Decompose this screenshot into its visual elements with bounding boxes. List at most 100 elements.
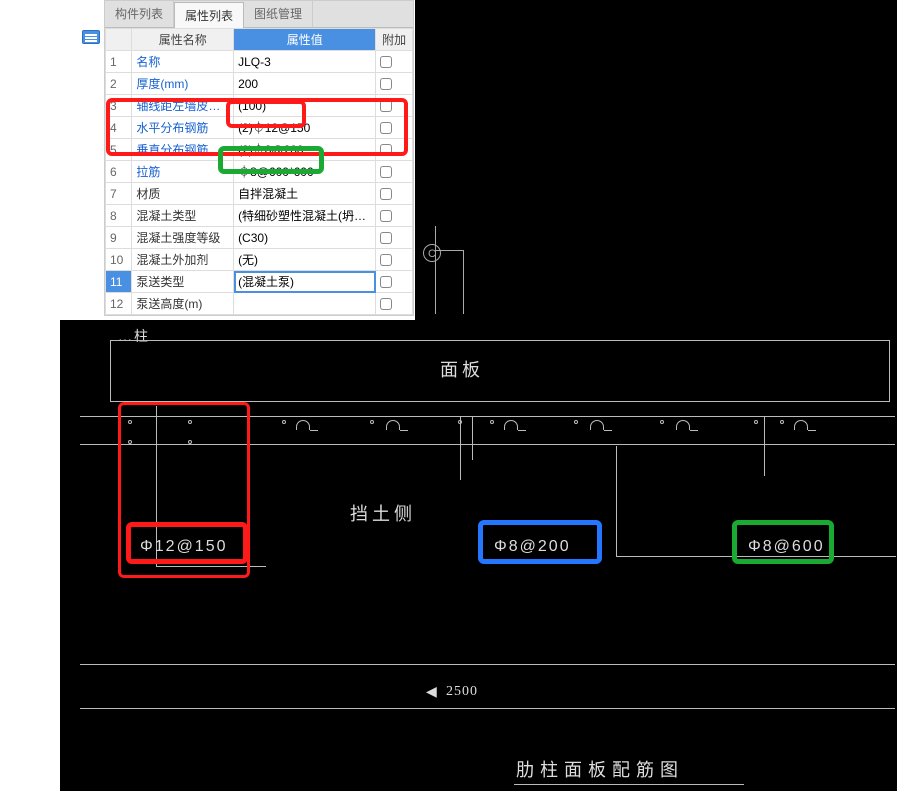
extra-checkbox[interactable]	[380, 122, 392, 134]
prop-value[interactable]: (特细砂塑性混凝土(坍…	[234, 205, 376, 227]
prop-name[interactable]: 泵送类型	[136, 275, 184, 289]
cad-drawing[interactable]: …柱 面板 挡土侧 Φ12@150 Φ8@200 Φ8@600 ◀ 2500 肋…	[60, 320, 897, 791]
prop-name[interactable]: 混凝土外加剂	[136, 253, 208, 267]
panel-outline-icon	[110, 340, 890, 402]
panel-label: 面板	[440, 356, 484, 382]
prop-value[interactable]: 自拌混凝土	[234, 183, 376, 205]
table-row[interactable]: 6 拉筋 ⏀8@600*600	[106, 161, 413, 183]
prop-name[interactable]: 混凝土类型	[136, 209, 196, 223]
prop-value[interactable]: (2)⏀8@200	[234, 139, 376, 161]
prop-value[interactable]: (C30)	[234, 227, 376, 249]
row-index: 3	[106, 95, 132, 117]
prop-name[interactable]: 厚度(mm)	[136, 77, 188, 91]
rebar-hook-icon	[504, 420, 518, 430]
prop-value[interactable]: ⏀8@600*600	[234, 161, 376, 183]
rebar-dot-icon	[574, 420, 578, 424]
prop-name[interactable]: 拉筋	[136, 165, 160, 179]
table-row[interactable]: 7 材质 自拌混凝土	[106, 183, 413, 205]
rebar-callout-3: Φ8@600	[748, 538, 825, 556]
prop-name[interactable]: 水平分布钢筋	[136, 121, 208, 135]
prop-value[interactable]: (2)⏀12@150	[234, 117, 376, 139]
col-header-value[interactable]: 属性值	[234, 29, 376, 51]
prop-name[interactable]: 名称	[136, 55, 160, 69]
cad-view-edge: C	[415, 0, 897, 320]
table-row[interactable]: 12 泵送高度(m)	[106, 293, 413, 315]
row-index: 6	[106, 161, 132, 183]
rebar-dot-icon	[282, 420, 286, 424]
prop-value[interactable]: (混凝土泵)	[234, 271, 376, 293]
rebar-dot-icon	[188, 420, 192, 424]
row-index: 2	[106, 73, 132, 95]
table-row[interactable]: 9 混凝土强度等级 (C30)	[106, 227, 413, 249]
tab-drawings[interactable]: 图纸管理	[244, 1, 313, 27]
prop-value[interactable]: JLQ-3	[234, 51, 376, 73]
rebar-dot-icon	[754, 420, 758, 424]
property-table: 属性名称 属性值 附加 1 名称 JLQ-3 2 厚度(mm) 200	[105, 28, 413, 315]
tab-properties[interactable]: 属性列表	[174, 2, 244, 28]
table-row[interactable]: 8 混凝土类型 (特细砂塑性混凝土(坍…	[106, 205, 413, 227]
extra-checkbox[interactable]	[380, 188, 392, 200]
row-index: 10	[106, 249, 132, 271]
prop-name[interactable]: 泵送高度(m)	[136, 297, 202, 311]
table-row[interactable]: 11 泵送类型 (混凝土泵)	[106, 271, 413, 293]
rebar-dot-icon	[780, 420, 784, 424]
panel-area: 构件列表 属性列表 图纸管理 属性名称 属性值 附加 1 名称 JLQ-3	[0, 0, 897, 320]
table-row[interactable]: 5 垂直分布钢筋 (2)⏀8@200	[106, 139, 413, 161]
prop-value[interactable]: (100)	[234, 95, 376, 117]
prop-value[interactable]: (无)	[234, 249, 376, 271]
prop-name[interactable]: 混凝土强度等级	[136, 231, 220, 245]
cad-line-icon	[80, 664, 895, 665]
rebar-hook-icon	[794, 420, 808, 430]
rebar-hook-icon	[296, 420, 310, 430]
title-underline-icon	[514, 784, 744, 785]
rebar-callout-2: Φ8@200	[494, 538, 571, 556]
cad-line-icon	[80, 444, 895, 445]
row-index: 5	[106, 139, 132, 161]
prop-name[interactable]: 轴线距左墙皮…	[136, 99, 220, 113]
extra-checkbox[interactable]	[380, 78, 392, 90]
cad-line-icon	[463, 250, 464, 314]
cad-line-icon	[80, 416, 895, 417]
extra-checkbox[interactable]	[380, 166, 392, 178]
prop-name[interactable]: 材质	[136, 187, 160, 201]
table-row[interactable]: 2 厚度(mm) 200	[106, 73, 413, 95]
extra-checkbox[interactable]	[380, 298, 392, 310]
dim-arrow-icon: ◀	[426, 684, 437, 701]
table-row[interactable]: 3 轴线距左墙皮… (100)	[106, 95, 413, 117]
prop-value[interactable]	[234, 293, 376, 315]
row-index: 8	[106, 205, 132, 227]
tab-components[interactable]: 构件列表	[105, 1, 174, 27]
leader-line-icon	[616, 446, 617, 556]
extra-checkbox[interactable]	[380, 210, 392, 222]
cad-line-icon	[435, 226, 436, 314]
drawing-title: 肋柱面板配筋图	[516, 756, 684, 782]
col-header-index	[106, 29, 132, 51]
leader-line-icon	[472, 416, 473, 460]
rebar-dot-icon	[188, 440, 192, 444]
table-row[interactable]: 10 混凝土外加剂 (无)	[106, 249, 413, 271]
property-panel: 构件列表 属性列表 图纸管理 属性名称 属性值 附加 1 名称 JLQ-3	[104, 0, 414, 316]
extra-checkbox[interactable]	[380, 276, 392, 288]
row-index: 12	[106, 293, 132, 315]
table-row[interactable]: 1 名称 JLQ-3	[106, 51, 413, 73]
col-header-extra[interactable]: 附加	[376, 29, 413, 51]
extra-checkbox[interactable]	[380, 144, 392, 156]
rebar-hook-icon	[386, 420, 400, 430]
prop-name[interactable]: 垂直分布钢筋	[136, 143, 208, 157]
extra-checkbox[interactable]	[380, 254, 392, 266]
col-header-name[interactable]: 属性名称	[132, 29, 234, 51]
rebar-hook-icon	[590, 420, 604, 430]
panel-toggle-icon[interactable]	[82, 30, 100, 44]
rebar-dot-icon	[128, 440, 132, 444]
extra-checkbox[interactable]	[380, 56, 392, 68]
extra-checkbox[interactable]	[380, 232, 392, 244]
table-row[interactable]: 4 水平分布钢筋 (2)⏀12@150	[106, 117, 413, 139]
prop-value[interactable]: 200	[234, 73, 376, 95]
row-index: 1	[106, 51, 132, 73]
leader-line-icon	[156, 566, 266, 567]
leader-line-icon	[764, 416, 765, 476]
rebar-hook-icon	[676, 420, 690, 430]
extra-checkbox[interactable]	[380, 100, 392, 112]
axis-bubble: C	[423, 244, 441, 262]
dimension-text: 2500	[446, 684, 478, 700]
